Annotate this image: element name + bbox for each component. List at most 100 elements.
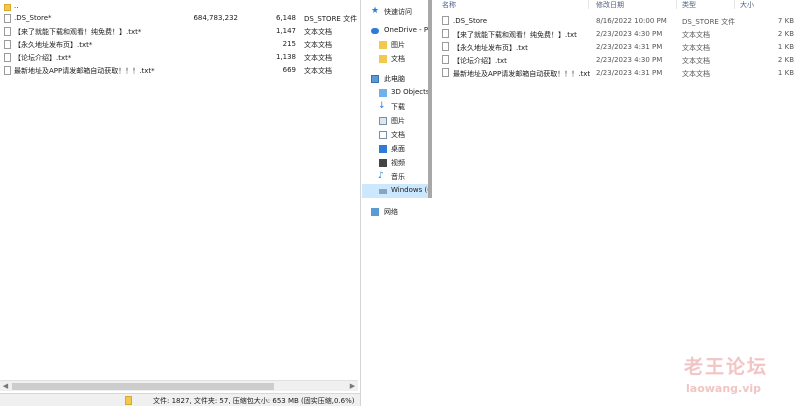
column-separator[interactable] bbox=[734, 0, 735, 9]
nav-label: 快速访问 bbox=[384, 8, 412, 16]
nav-label: OneDrive - Personal bbox=[384, 26, 430, 34]
video-icon bbox=[379, 159, 387, 167]
nav-item-network[interactable]: 网络 bbox=[362, 205, 430, 219]
archive-row-name: .. bbox=[14, 2, 19, 10]
archive-row-name: 【论坛介绍】.txt* bbox=[14, 54, 72, 62]
nav-label: 音乐 bbox=[391, 173, 405, 181]
pane-divider[interactable] bbox=[360, 0, 361, 406]
archive-row-type: DS_STORE 文件 bbox=[304, 15, 358, 23]
file-date: 8/16/2022 10:00 PM bbox=[596, 17, 667, 25]
file-row[interactable]: .DS_Store 8/16/2022 10:00 PM DS_STORE 文件… bbox=[436, 14, 800, 27]
archive-row-name: 最新地址及APP请发邮箱自动获取！！！.txt* bbox=[14, 67, 155, 75]
archive-row-type: 文本文档 bbox=[304, 67, 332, 75]
column-header-name[interactable]: 名称 bbox=[442, 0, 456, 9]
file-name: 最新地址及APP请发邮箱自动获取！！！.txt bbox=[453, 70, 591, 78]
file-size: 2 KB bbox=[777, 30, 794, 38]
text-file-icon bbox=[442, 42, 449, 51]
file-row[interactable]: 【永久地址发布页】.txt 2/23/2023 4:31 PM 文本文档 1 K… bbox=[436, 40, 800, 53]
column-separator[interactable] bbox=[588, 0, 589, 9]
watermark-logo: 老王论坛 laowang.vip bbox=[676, 352, 786, 402]
file-date: 2/23/2023 4:31 PM bbox=[596, 69, 663, 77]
nav-label: 图片 bbox=[391, 117, 405, 125]
file-type: 文本文档 bbox=[682, 57, 710, 65]
file-type: DS_STORE 文件 bbox=[682, 18, 736, 26]
folder-icon bbox=[379, 55, 387, 63]
archive-row-name: .DS_Store* bbox=[14, 14, 52, 22]
archive-row-packed-size: 215 bbox=[282, 40, 296, 48]
computer-icon bbox=[371, 75, 379, 83]
file-name: 【来了就能下载和观看！纯免费！】.txt bbox=[453, 31, 577, 39]
nav-item-windows-c[interactable]: Windows (C:) bbox=[362, 184, 430, 198]
column-header-type[interactable]: 类型 bbox=[682, 0, 696, 9]
nav-label: 视频 bbox=[391, 159, 405, 167]
archive-row-name: 【来了就能下载和观看！纯免费！】.txt* bbox=[14, 28, 142, 36]
archive-panel: .. .DS_Store* 684,783,232 6,148 DS_STORE… bbox=[0, 0, 360, 406]
file-type: 文本文档 bbox=[682, 31, 710, 39]
archive-row-packed-size: 669 bbox=[282, 66, 296, 74]
nav-item-onedrive[interactable]: OneDrive - Personal bbox=[362, 24, 430, 38]
nav-label: 下载 bbox=[391, 103, 405, 111]
archive-row[interactable]: 最新地址及APP请发邮箱自动获取！！！.txt* 669 文本文档 bbox=[0, 65, 360, 76]
scrollbar-thumb[interactable] bbox=[12, 383, 274, 390]
nav-item-onedrive-documents[interactable]: 文档 bbox=[362, 52, 430, 66]
column-header-size[interactable]: 大小 bbox=[740, 0, 754, 9]
file-date: 2/23/2023 4:30 PM bbox=[596, 56, 663, 64]
archive-row-type: 文本文档 bbox=[304, 41, 332, 49]
cloud-icon bbox=[371, 28, 379, 34]
archive-row-type: 文本文档 bbox=[304, 54, 332, 62]
nav-label: 文档 bbox=[391, 131, 405, 139]
column-separator[interactable] bbox=[676, 0, 677, 9]
folder-icon bbox=[379, 41, 387, 49]
watermark-title: 老王论坛 bbox=[684, 356, 769, 378]
archive-row-size: 684,783,232 bbox=[193, 14, 238, 22]
file-date: 2/23/2023 4:30 PM bbox=[596, 30, 663, 38]
nav-label: 桌面 bbox=[391, 145, 405, 153]
network-icon bbox=[371, 208, 379, 216]
file-row[interactable]: 最新地址及APP请发邮箱自动获取！！！.txt 2/23/2023 4:31 P… bbox=[436, 66, 800, 79]
nav-label: 3D Objects bbox=[391, 88, 430, 96]
nav-label: Windows (C:) bbox=[391, 186, 430, 194]
archive-status-text: 文件: 1827, 文件夹: 57, 压缩包大小: 653 MB (固实压缩,0… bbox=[153, 397, 355, 405]
nav-item-documents[interactable]: 文档 bbox=[362, 128, 430, 142]
archive-row-packed-size: 1,147 bbox=[275, 27, 296, 35]
file-row[interactable]: 【论坛介绍】.txt 2/23/2023 4:30 PM 文本文档 2 KB bbox=[436, 53, 800, 66]
archive-row[interactable]: 【永久地址发布页】.txt* 215 文本文档 bbox=[0, 39, 360, 50]
archive-row[interactable]: 【论坛介绍】.txt* 1,138 文本文档 bbox=[0, 52, 360, 63]
file-type: 文本文档 bbox=[682, 44, 710, 52]
cube-icon bbox=[379, 89, 387, 97]
archive-row-type: 文本文档 bbox=[304, 28, 332, 36]
text-file-icon bbox=[442, 55, 449, 64]
file-list: 名称 修改日期 类型 大小 .DS_Store 8/16/2022 10:00 … bbox=[436, 0, 800, 406]
file-icon bbox=[442, 16, 449, 25]
nav-label: 图片 bbox=[391, 41, 405, 49]
nav-label: 文档 bbox=[391, 55, 405, 63]
file-icon bbox=[4, 66, 11, 75]
nav-item-this-pc[interactable]: 此电脑 bbox=[362, 72, 430, 86]
nav-item-desktop[interactable]: 桌面 bbox=[362, 142, 430, 156]
nav-item-music[interactable]: ♪ 音乐 bbox=[362, 170, 430, 184]
file-name: 【论坛介绍】.txt bbox=[453, 57, 507, 65]
archive-row[interactable]: .DS_Store* 684,783,232 6,148 DS_STORE 文件 bbox=[0, 13, 360, 24]
horizontal-scrollbar[interactable]: ◀ ▶ bbox=[0, 380, 358, 391]
archive-row-parent[interactable]: .. bbox=[0, 1, 360, 12]
file-row[interactable]: 【来了就能下载和观看！纯免费！】.txt 2/23/2023 4:30 PM 文… bbox=[436, 27, 800, 40]
archive-row[interactable]: 【来了就能下载和观看！纯免费！】.txt* 1,147 文本文档 bbox=[0, 26, 360, 37]
documents-icon bbox=[379, 131, 387, 139]
nav-item-onedrive-pictures[interactable]: 图片 bbox=[362, 38, 430, 52]
pictures-icon bbox=[379, 117, 387, 125]
file-size: 2 KB bbox=[777, 56, 794, 64]
file-size: 7 KB bbox=[777, 17, 794, 25]
column-header-date[interactable]: 修改日期 bbox=[596, 0, 624, 9]
scroll-right-arrow-icon[interactable]: ▶ bbox=[347, 381, 358, 392]
nav-item-pictures[interactable]: 图片 bbox=[362, 114, 430, 128]
file-icon bbox=[4, 53, 11, 62]
archive-icon bbox=[125, 396, 132, 405]
file-type: 文本文档 bbox=[682, 70, 710, 78]
nav-item-videos[interactable]: 视频 bbox=[362, 156, 430, 170]
nav-item-3d-objects[interactable]: 3D Objects bbox=[362, 86, 430, 100]
archive-row-packed-size: 1,138 bbox=[275, 53, 296, 61]
nav-scrollbar[interactable] bbox=[428, 0, 432, 198]
scroll-left-arrow-icon[interactable]: ◀ bbox=[0, 381, 11, 392]
nav-item-downloads[interactable]: ↓ 下载 bbox=[362, 100, 430, 114]
nav-item-quick-access[interactable]: ★ 快速访问 bbox=[362, 5, 430, 19]
